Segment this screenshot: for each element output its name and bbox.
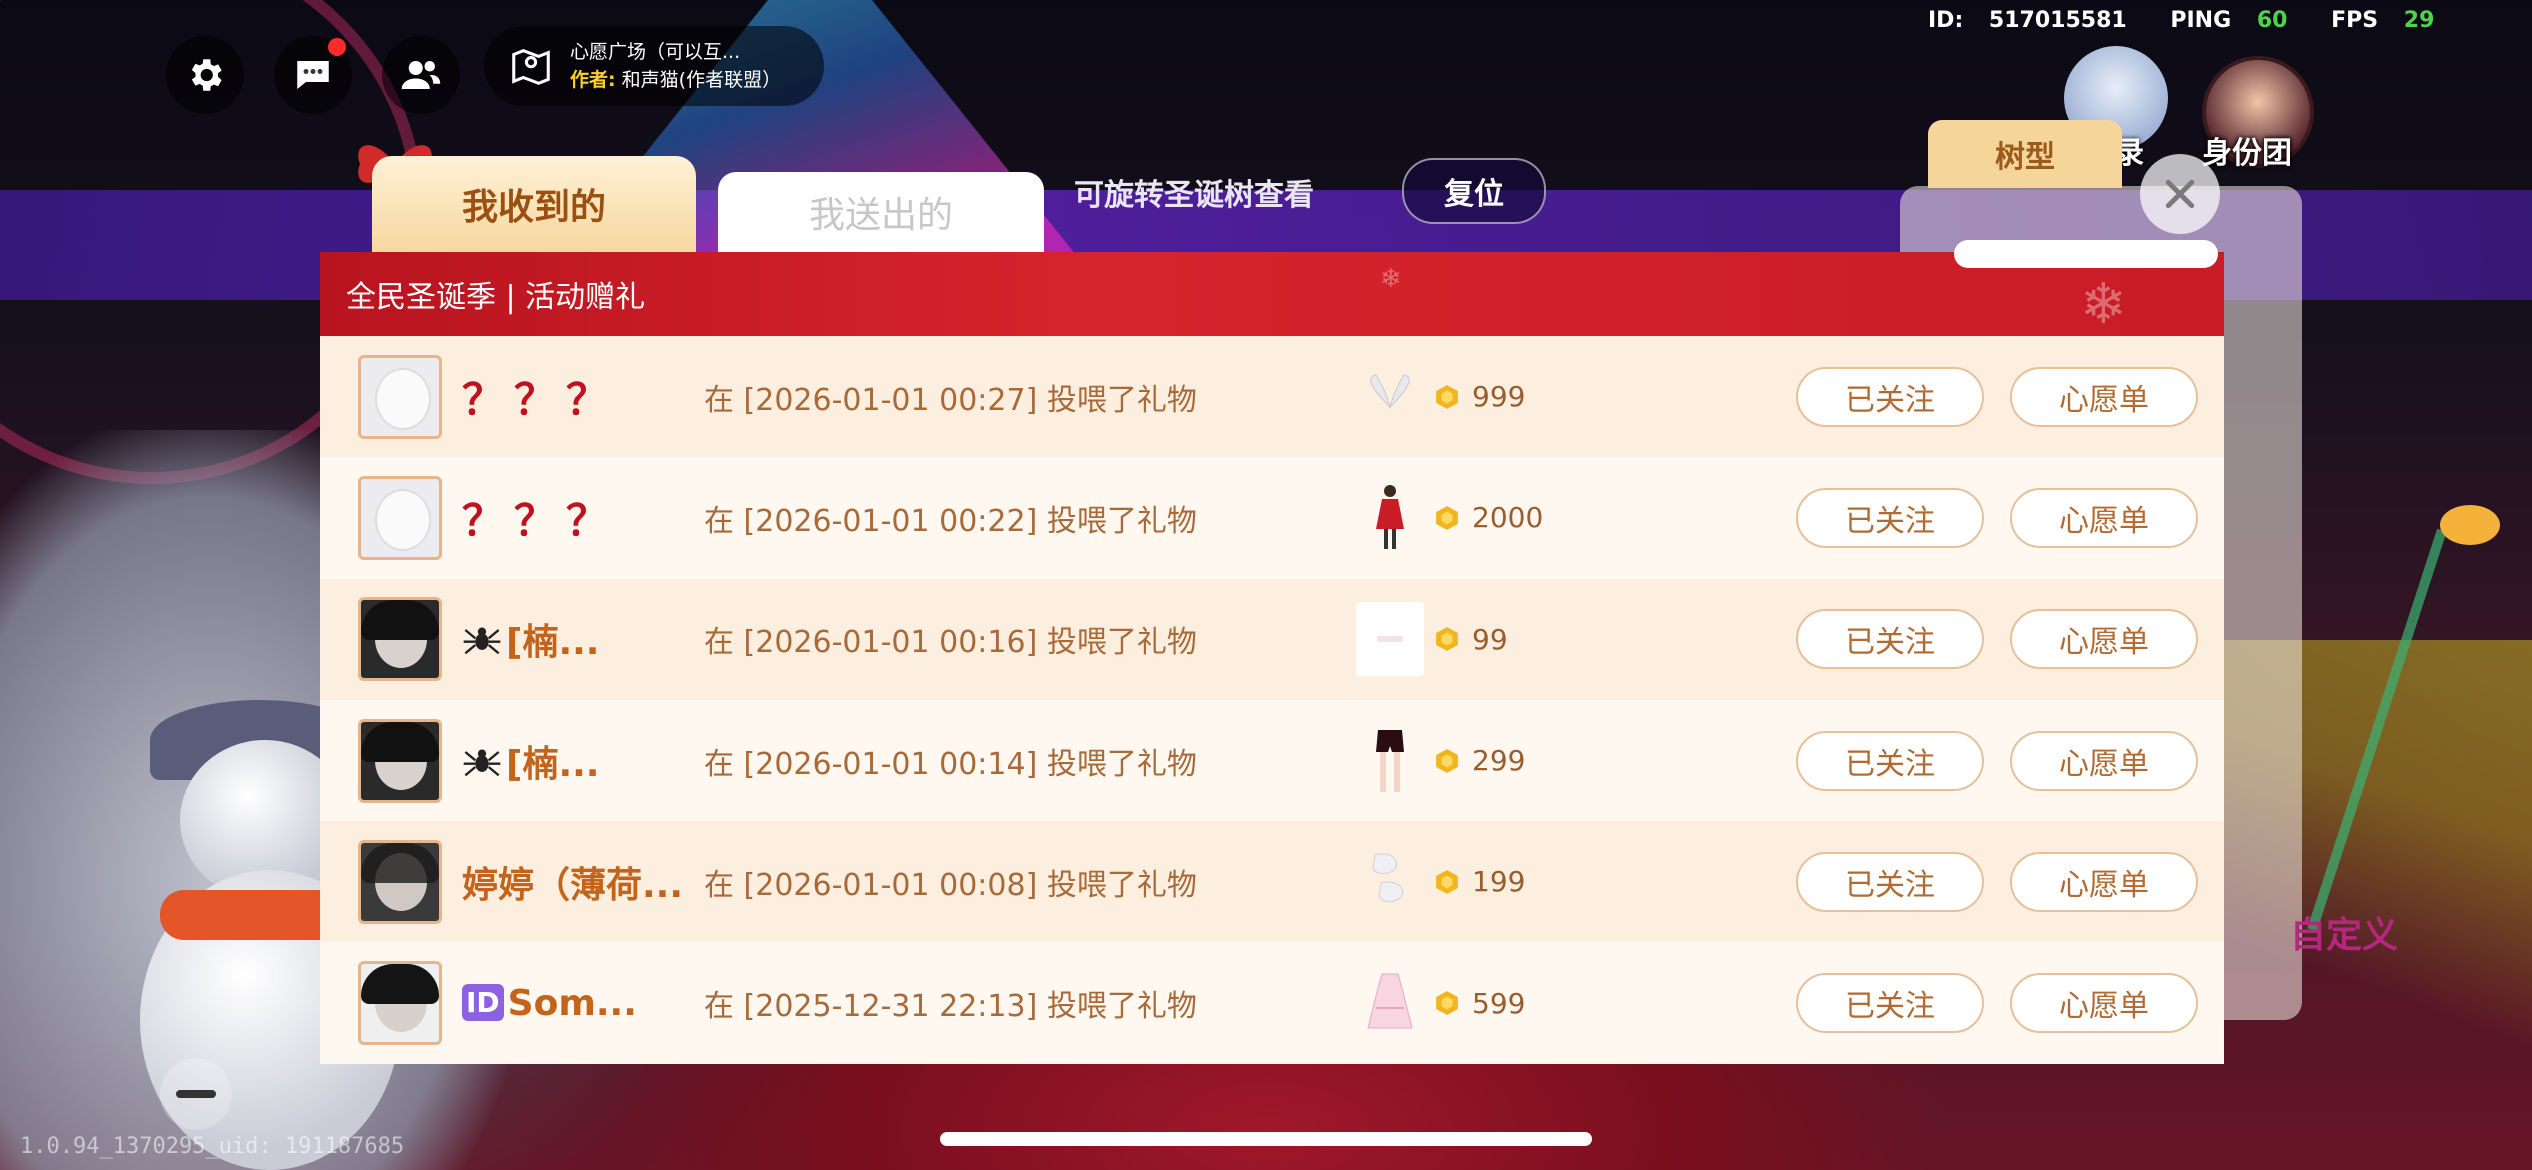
gift-price: 999 (1472, 380, 1526, 414)
gift-row: [楠... 在 [2026-01-01 00:16] 投喂了礼物 99 已关注 … (320, 578, 2224, 700)
author-name: 和声猫(作者联盟） (621, 69, 782, 91)
gift-message: 在 [2026-01-01 00:08] 投喂了礼物 (704, 867, 1197, 903)
gift-row: ？？？ 在 [2026-01-01 00:22] 投喂了礼物 2000 已关注 … (320, 457, 2224, 579)
gift-price: 99 (1472, 622, 1508, 656)
sender-name: ID Som... (462, 983, 637, 1024)
friends-button[interactable] (382, 36, 460, 114)
gift-row: 婷婷（薄荷... 在 [2026-01-01 00:08] 投喂了礼物 199 … (320, 821, 2224, 943)
followed-button[interactable]: 已关注 (1796, 487, 1984, 548)
user-avatar[interactable] (358, 597, 442, 682)
people-icon (401, 61, 441, 89)
tab-tree-type[interactable]: 树型 (1928, 120, 2122, 188)
tab-sent[interactable]: 我送出的 (718, 172, 1044, 252)
reset-button[interactable]: 复位 (1402, 158, 1546, 224)
map-pin-icon (512, 49, 550, 85)
gift-row: ID Som... 在 [2025-12-31 22:13] 投喂了礼物 599 … (320, 942, 2224, 1064)
coin-icon (1436, 627, 1458, 652)
snowflake-icon: ❄ (1380, 264, 1402, 294)
gift-price: 299 (1472, 744, 1526, 778)
followed-button[interactable]: 已关注 (1796, 730, 1984, 791)
map-location-button[interactable]: 心愿广场（可以互... 作者: 和声猫(作者联盟） (484, 26, 824, 106)
gift-tag-icon (1356, 602, 1424, 677)
user-avatar[interactable] (358, 839, 442, 924)
settings-button[interactable] (166, 36, 244, 114)
sender-name: ？？？ (462, 375, 619, 425)
player-id: ID: 517015581 (1928, 8, 2127, 33)
author-line: 作者: 和声猫(作者联盟） (570, 66, 781, 94)
panel-title: 全民圣诞季 | 活动赠礼 (346, 280, 646, 315)
gift-message: 在 [2025-12-31 22:13] 投喂了礼物 (704, 989, 1197, 1025)
gift-red-dress-icon (1356, 481, 1424, 555)
wishlist-button[interactable]: 心愿单 (2010, 366, 2198, 427)
coin-icon (1436, 748, 1458, 773)
custom-label[interactable]: 自定义 (2290, 906, 2398, 958)
wishlist-button[interactable]: 心愿单 (2010, 973, 2198, 1034)
gift-price: 599 (1472, 986, 1526, 1020)
wishlist-button[interactable]: 心愿单 (2010, 730, 2198, 791)
gift-pink-dress-icon (1356, 966, 1424, 1040)
gift-message: 在 [2026-01-01 00:22] 投喂了礼物 (704, 503, 1197, 539)
network-stats: ID: 517015581 PING 60 FPS 29 (1928, 8, 2470, 33)
chat-icon (297, 61, 329, 89)
coin-icon (1436, 384, 1458, 409)
home-indicator[interactable] (940, 1132, 1592, 1146)
sender-name: 婷婷（薄荷... (462, 864, 684, 906)
location-name: 心愿广场（可以互... (570, 41, 741, 63)
fps-readout: FPS 29 (2331, 8, 2435, 33)
wishlist-button[interactable]: 心愿单 (2010, 609, 2198, 670)
sender-name: [楠... (462, 613, 599, 665)
notification-dot (328, 38, 346, 56)
gift-gloves-icon (1356, 845, 1424, 919)
user-avatar[interactable] (358, 961, 442, 1046)
lamp-light (2440, 505, 2500, 545)
gift-shorts-icon (1356, 724, 1424, 798)
chat-button[interactable] (274, 36, 352, 114)
followed-button[interactable]: 已关注 (1796, 973, 1984, 1034)
coin-icon (1436, 869, 1458, 894)
gift-list-panel: 全民圣诞季 | 活动赠礼 ❄ ❄ ？？？ 在 [2026-01-01 00:27… (320, 240, 2224, 1064)
wishlist-button[interactable]: 心愿单 (2010, 487, 2198, 548)
gift-price: 2000 (1472, 501, 1544, 535)
gift-message: 在 [2026-01-01 00:27] 投喂了礼物 (704, 382, 1197, 418)
ping-readout: PING 60 (2170, 8, 2288, 33)
gift-message: 在 [2026-01-01 00:16] 投喂了礼物 (704, 625, 1197, 661)
id-badge-icon: ID (462, 983, 504, 1021)
gift-row: [楠... 在 [2026-01-01 00:14] 投喂了礼物 299 已关注… (320, 699, 2224, 822)
coin-icon (1436, 991, 1458, 1016)
panel-header: 全民圣诞季 | 活动赠礼 ❄ ❄ (320, 240, 2224, 337)
snow-decoration (1954, 240, 2218, 268)
followed-button[interactable]: 已关注 (1796, 366, 1984, 427)
location-text: 心愿广场（可以互... 作者: 和声猫(作者联盟） (570, 38, 781, 94)
gift-price: 199 (1472, 865, 1526, 899)
rotate-hint-text: 可旋转圣诞树查看 (1074, 178, 1314, 213)
version-label: 1.0.94_1370295_uid: 191187685 (20, 1134, 405, 1159)
user-avatar[interactable] (358, 718, 442, 803)
spider-icon (463, 627, 501, 655)
gift-wings-icon (1356, 360, 1424, 434)
spider-icon (463, 749, 501, 776)
identity-group-label: 身份团 (2202, 136, 2292, 171)
tab-received[interactable]: 我收到的 (372, 156, 696, 252)
minus-icon (176, 1090, 216, 1098)
author-key: 作者: (570, 69, 616, 91)
zoom-out-button[interactable] (160, 1058, 232, 1130)
close-button[interactable] (2140, 154, 2220, 234)
gear-icon (191, 59, 222, 91)
sender-name: [楠... (462, 735, 599, 787)
wishlist-button[interactable]: 心愿单 (2010, 851, 2198, 912)
gift-message: 在 [2026-01-01 00:14] 投喂了礼物 (704, 746, 1197, 782)
sender-name: ？？？ (462, 496, 619, 546)
followed-button[interactable]: 已关注 (1796, 609, 1984, 670)
coin-icon (1436, 506, 1458, 530)
followed-button[interactable]: 已关注 (1796, 851, 1984, 912)
snowflake-icon: ❄ (2080, 272, 2127, 337)
user-avatar[interactable] (358, 354, 442, 439)
gift-row: ？？？ 在 [2026-01-01 00:27] 投喂了礼物 999 已关注 心… (320, 336, 2224, 458)
close-icon (2165, 179, 2195, 209)
user-avatar[interactable] (358, 475, 442, 560)
